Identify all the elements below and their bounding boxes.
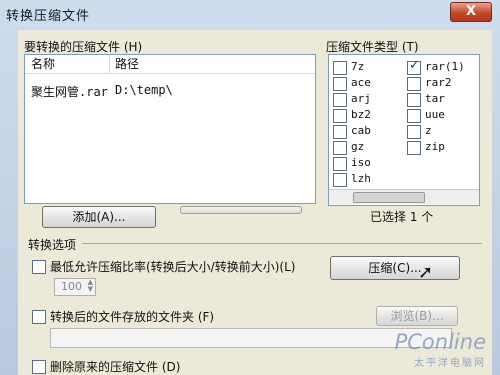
type-label: cab (351, 124, 371, 137)
min-ratio-checkbox[interactable] (32, 260, 46, 274)
type-label: zip (425, 140, 445, 153)
type-label: gz (351, 140, 365, 153)
close-button[interactable]: X (450, 2, 492, 22)
type-label: arj (351, 92, 371, 105)
type-checkbox-uue[interactable] (407, 109, 421, 123)
remove-button[interactable] (180, 206, 302, 214)
type-checkbox-z[interactable] (407, 125, 421, 139)
type-label: rar(1) (425, 60, 465, 73)
compress-button[interactable]: 压缩(C)... (330, 256, 460, 280)
watermark-subtitle: 太平洋电脑网 (414, 358, 486, 369)
table-row[interactable]: 聚生网管.rar D:\temp\ (25, 83, 315, 101)
type-label: lzh (351, 172, 371, 185)
watermark: PConline 太平洋电脑网 (395, 330, 486, 369)
save-folder-input[interactable] (50, 328, 452, 348)
dialog-window: 转换压缩文件 X 要转换的压缩文件 (H) 名称 路径 聚生网管.rar D:\… (0, 0, 500, 375)
files-list-label: 要转换的压缩文件 (H) (24, 40, 143, 54)
files-list-header: 名称 路径 (25, 55, 315, 74)
window-title: 转换压缩文件 (6, 9, 91, 24)
type-label: z (425, 124, 432, 137)
type-label: bz2 (351, 108, 371, 121)
type-checkbox-rar2[interactable] (407, 77, 421, 91)
type-label: ace (351, 76, 371, 89)
type-label: 7z (351, 60, 365, 73)
types-horizontal-scrollbar[interactable] (329, 189, 479, 204)
add-button[interactable]: 添加(A)... (42, 206, 156, 228)
type-checkbox-ace[interactable] (333, 77, 347, 91)
title-bar[interactable]: 转换压缩文件 X (0, 0, 500, 28)
spin-arrows-icon: ▲ ▼ (87, 278, 93, 293)
type-checkbox-arj[interactable] (333, 93, 347, 107)
type-checkbox-tar[interactable] (407, 93, 421, 107)
min-ratio-label: 最低允许压缩比率(转换后大小/转换前大小)(L) (50, 260, 296, 274)
scrollbar-thumb[interactable] (353, 192, 425, 203)
type-label: rar2 (425, 76, 452, 89)
type-checkbox-7z[interactable] (333, 61, 347, 75)
types-label: 压缩文件类型 (T) (326, 40, 419, 54)
save-folder-label: 转换后的文件存放的文件夹 (F) (50, 310, 215, 324)
type-checkbox-gz[interactable] (333, 141, 347, 155)
min-ratio-stepper[interactable]: 100 ▲ ▼ (54, 278, 96, 296)
checkmark-icon: ✓ (409, 58, 420, 73)
type-label: uue (425, 108, 445, 121)
browse-button[interactable]: 浏览(B)... (376, 306, 458, 326)
files-list[interactable]: 名称 路径 聚生网管.rar D:\temp\ (24, 54, 316, 204)
delete-original-label: 删除原来的压缩文件 (D) (50, 360, 181, 374)
watermark-brand: PConline (394, 330, 486, 354)
options-heading: 转换选项 (28, 238, 77, 252)
save-folder-checkbox[interactable] (32, 310, 46, 324)
column-header-path[interactable]: 路径 (109, 55, 315, 73)
type-label: tar (425, 92, 445, 105)
options-divider (82, 243, 482, 244)
type-checkbox-zip[interactable] (407, 141, 421, 155)
delete-original-checkbox[interactable] (32, 360, 46, 374)
type-checkbox-iso[interactable] (333, 157, 347, 171)
type-checkbox-rar1[interactable]: ✓ (407, 58, 421, 75)
type-label: iso (351, 156, 371, 169)
selected-count: 已选择 1 个 (370, 210, 434, 224)
type-checkbox-bz2[interactable] (333, 109, 347, 123)
type-checkbox-cab[interactable] (333, 125, 347, 139)
mouse-cursor-icon: ➚ (418, 262, 434, 283)
type-checkbox-lzh[interactable] (333, 173, 347, 187)
types-list[interactable]: 7z ace arj bz2 cab gz iso lzh ✓ rar(1) rar2 tar uue… (328, 54, 480, 206)
column-header-name[interactable]: 名称 (25, 55, 110, 73)
dialog-client-area: 要转换的压缩文件 (H) 名称 路径 聚生网管.rar D:\temp\ 添加(… (18, 30, 492, 375)
min-ratio-value: 100 (61, 280, 82, 293)
file-name-cell: 聚生网管.rar (31, 85, 108, 99)
file-path-cell: D:\temp\ (115, 83, 173, 97)
